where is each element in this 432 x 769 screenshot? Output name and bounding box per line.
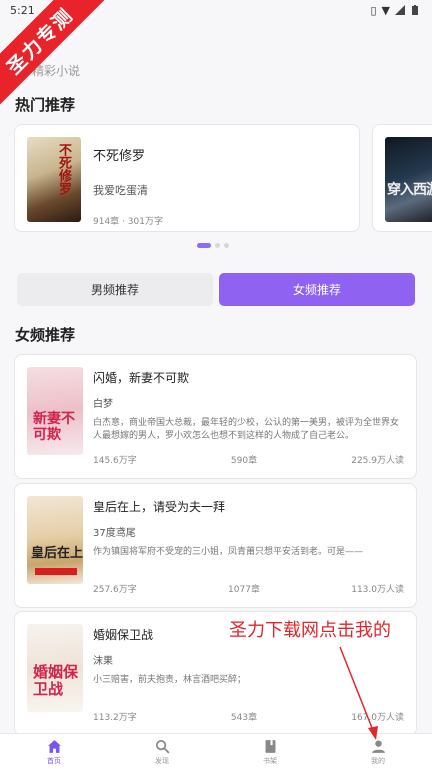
status-time: 5:21 [10, 3, 35, 17]
book-word-count: 257.6万字 [93, 585, 137, 595]
signal-icon [395, 5, 405, 15]
indicator-dot [215, 243, 220, 248]
indicator-dot-active [197, 243, 211, 248]
nav-label: 我的 [371, 756, 385, 765]
book-card[interactable]: 新妻不可欺 闪婚，新妻不可欺 白梦 白杰意，商业帝国大总裁，最年轻的少校，公认的… [14, 354, 417, 479]
bottom-navigation: 首页 发现 书架 我的 [0, 733, 432, 769]
indicator-dot [224, 243, 229, 248]
book-meta: 914章 · 301万字 [93, 217, 163, 227]
book-cover: 皇后在上 [27, 496, 83, 584]
status-icons: ▯ ▼ [370, 4, 420, 17]
nav-bookshelf[interactable]: 书架 [216, 734, 324, 769]
nav-discover[interactable]: 发现 [108, 734, 216, 769]
book-author: 沫果 [93, 656, 113, 667]
book-description: 白杰意，商业帝国大总裁，最年轻的少校，公认的第一美男，被评为全世界女人最想嫁的男… [93, 418, 400, 441]
nav-label: 书架 [263, 756, 277, 765]
book-word-count: 145.6万字 [93, 456, 137, 466]
hot-book-info: 不死修罗 我爱吃蛋清 914章 · 301万字 [93, 137, 163, 227]
cover-title: 穿入西游 [387, 182, 432, 198]
cover-ribbon [35, 568, 77, 575]
book-meta: 145.6万字 590章 225.9万人读 [93, 453, 404, 466]
book-description: 作为镇国将军府不受宠的三小姐，凤青莆只想平安活到老。可是—— [93, 547, 364, 557]
nav-profile[interactable]: 我的 [324, 734, 432, 769]
list-section-title: 女频推荐 [15, 326, 76, 344]
tab-male[interactable]: 男频推荐 [17, 273, 213, 306]
book-word-count: 113.2万字 [93, 713, 137, 723]
nav-label: 发现 [155, 756, 169, 765]
book-author: 37度鸢尾 [93, 528, 136, 539]
battery-icon [412, 5, 418, 15]
book-cover: 不死修罗 [27, 137, 81, 222]
tab-female[interactable]: 女频推荐 [219, 273, 415, 306]
book-reader-count: 225.9万人读 [351, 456, 404, 466]
category-tabs: 男频推荐 女频推荐 [17, 273, 415, 306]
book-chapter-count: 543章 [230, 713, 258, 723]
book-cover: 婚姻保卫战 [27, 624, 83, 712]
vibrate-icon: ▯ [370, 3, 377, 17]
hot-carousel[interactable]: 不死修罗 不死修罗 我爱吃蛋清 914章 · 301万字 穿入西游 [14, 124, 432, 234]
book-icon [265, 739, 275, 753]
book-info: 闪婚，新妻不可欺 白梦 白杰意，商业帝国大总裁，最年轻的少校，公认的第一美男，被… [93, 367, 404, 466]
cover-title: 婚姻保卫战 [33, 663, 79, 698]
nav-home[interactable]: 首页 [0, 734, 108, 769]
book-chapter-count: 1077章 [228, 585, 260, 595]
search-icon [155, 739, 170, 754]
person-icon [371, 739, 385, 753]
book-info: 皇后在上，请受为夫一拜 37度鸢尾 作为镇国将军府不受宠的三小姐，凤青莆只想平安… [93, 496, 404, 595]
book-card[interactable]: 皇后在上 皇后在上，请受为夫一拜 37度鸢尾 作为镇国将军府不受宠的三小姐，凤青… [14, 483, 417, 608]
cover-title: 新妻不可欺 [33, 411, 75, 443]
nav-label: 首页 [47, 756, 61, 765]
book-meta: 113.2万字 543章 167.0万人读 [93, 710, 404, 723]
hot-section-title: 热门推荐 [15, 96, 76, 114]
book-chapter-count: 590章 [230, 456, 258, 466]
book-meta: 257.6万字 1077章 113.0万人读 [93, 582, 404, 595]
home-icon [47, 739, 61, 753]
book-reader-count: 113.0万人读 [351, 585, 404, 595]
book-author: 我爱吃蛋清 [93, 184, 148, 197]
cover-title: 不死修罗 [56, 143, 71, 195]
hot-book-card[interactable]: 不死修罗 不死修罗 我爱吃蛋清 914章 · 301万字 [14, 124, 360, 232]
annotation-text: 圣力下载网点击我的 [229, 620, 391, 641]
cover-title: 皇后在上 [31, 546, 83, 561]
book-reader-count: 167.0万人读 [351, 713, 404, 723]
book-author: 白梦 [93, 399, 113, 410]
carousel-indicator [197, 243, 229, 248]
book-title: 闪婚，新妻不可欺 [93, 371, 190, 385]
hot-book-card-next[interactable]: 穿入西游 [372, 124, 432, 232]
book-cover: 新妻不可欺 [27, 367, 83, 455]
wifi-icon: ▼ [381, 3, 390, 17]
book-title: 皇后在上，请受为夫一拜 [93, 500, 226, 514]
book-cover: 穿入西游 [385, 137, 432, 222]
book-title: 不死修罗 [93, 149, 146, 164]
book-description: 小三赔害，前夫抱责，林言酒吧买醉； [93, 675, 247, 685]
